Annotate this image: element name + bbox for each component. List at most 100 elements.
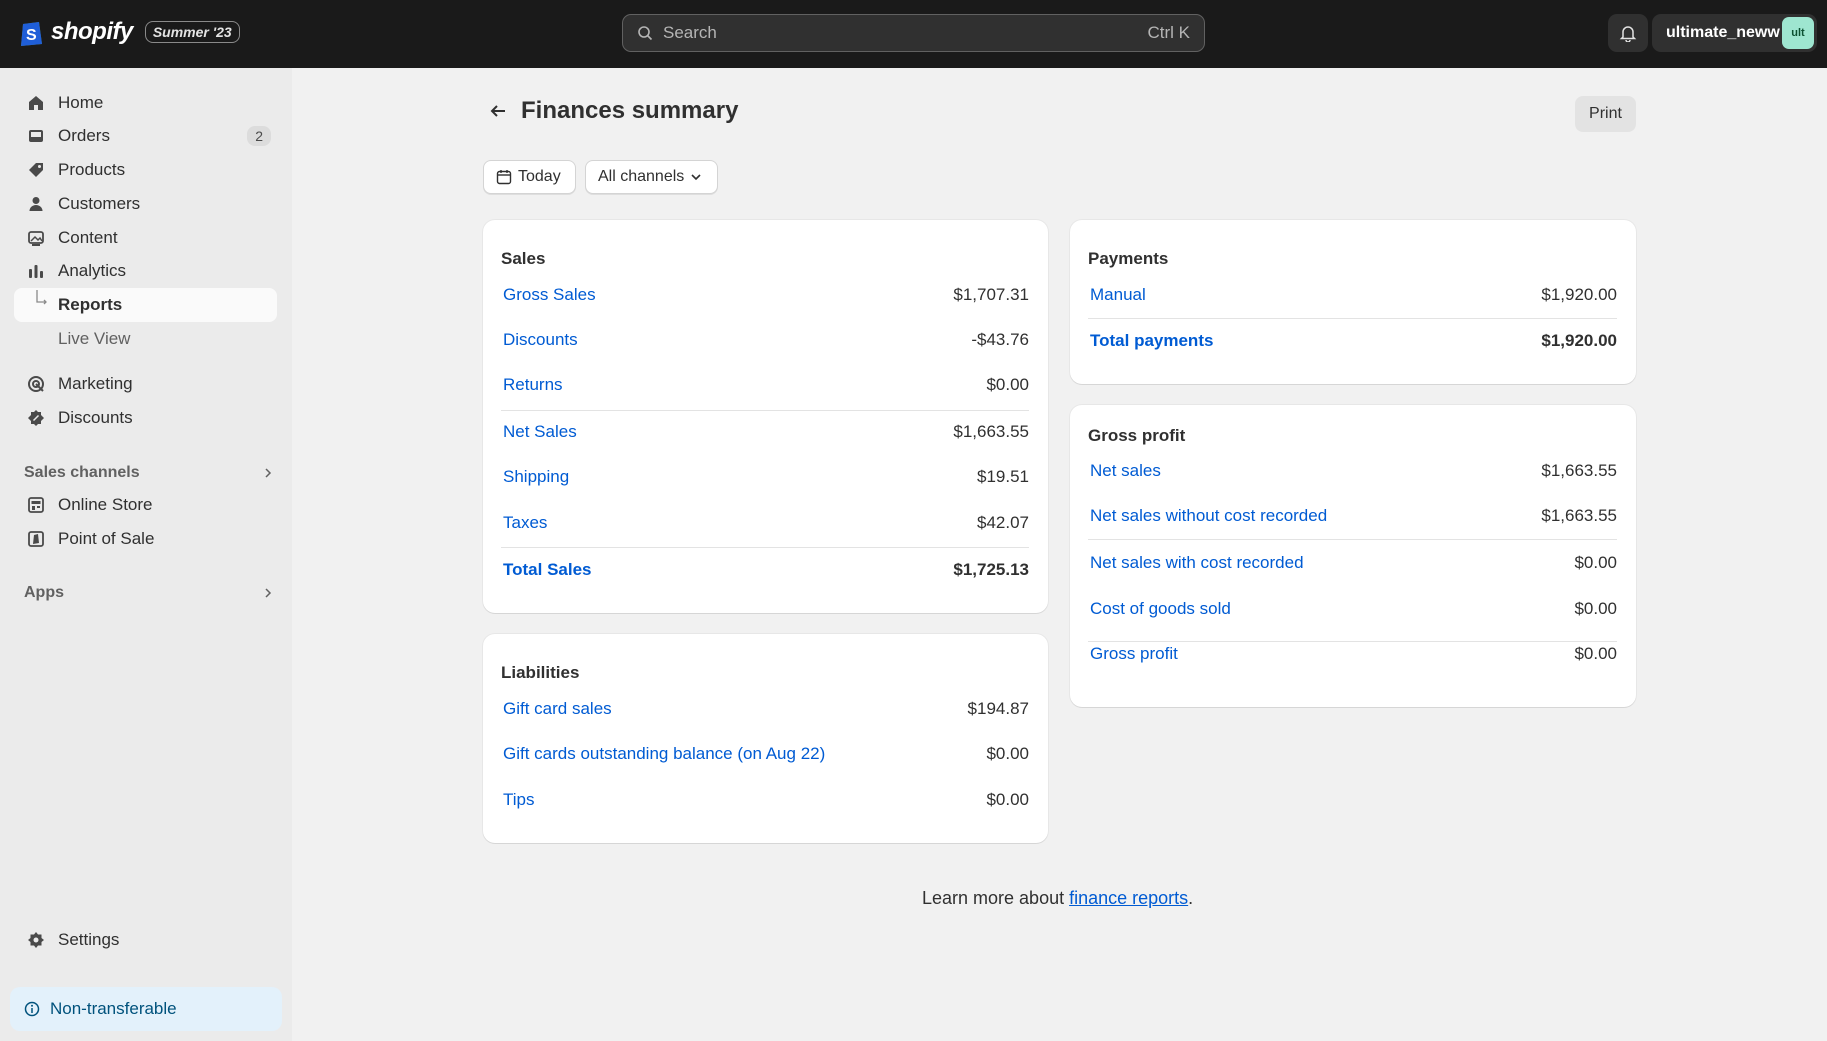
row-link[interactable]: Net sales (1090, 461, 1161, 481)
row-link[interactable]: Gift cards outstanding balance (on Aug 2… (503, 744, 825, 764)
sidebar-item-label: Marketing (58, 374, 133, 393)
search-bar[interactable]: Search Ctrl K (622, 14, 1205, 52)
sidebar-item-discounts[interactable]: Discounts (14, 401, 277, 435)
row-value: $1,920.00 (1541, 285, 1617, 304)
row-value: $1,663.55 (1541, 461, 1617, 480)
gross-profit-card: Gross profit Net sales $1,663.55 Net sale… (1070, 405, 1636, 707)
sidebar-item-label: Discounts (58, 408, 133, 427)
search-icon (638, 26, 653, 41)
row-value: $194.87 (967, 699, 1029, 718)
row-value: -$43.76 (971, 330, 1029, 349)
sidebar-item-products[interactable]: Products (14, 153, 277, 187)
sidebar-item-live-view[interactable]: Live View (14, 322, 277, 356)
sidebar-item-label: Customers (58, 194, 141, 213)
channel-filter-dropdown[interactable]: All channels (585, 160, 718, 194)
row-link[interactable]: Cost of goods sold (1090, 599, 1231, 619)
account-name: ultimate_neww (1666, 24, 1780, 41)
card-title: Payments (1088, 249, 1169, 268)
row-link[interactable]: Total Sales (503, 560, 592, 580)
discount-icon (28, 410, 44, 426)
row-link[interactable]: Net sales with cost recorded (1090, 553, 1304, 573)
sales-row-returns: Returns $0.00 (501, 367, 1029, 403)
notifications-button[interactable] (1608, 14, 1648, 52)
shopify-bag-icon: S (21, 22, 42, 46)
gross-profit-row-without-cost: Net sales without cost recorded $1,663.55 (1088, 498, 1617, 534)
sidebar-item-label: Analytics (58, 261, 127, 280)
row-link[interactable]: Gross Sales (503, 285, 596, 305)
page-header: Finances summary (483, 96, 738, 126)
shopify-logo[interactable]: S shopify Summer '23 (19, 17, 240, 47)
calendar-icon (496, 170, 512, 185)
apps-header[interactable]: Apps (24, 584, 274, 602)
sales-row-shipping: Shipping $19.51 (501, 459, 1029, 495)
sidebar-item-home[interactable]: Home (14, 86, 277, 120)
sidebar-item-label: Live View (58, 329, 131, 348)
row-link[interactable]: Manual (1090, 285, 1146, 305)
tag-icon (29, 163, 43, 177)
gross-profit-row-gross-profit: Gross profit $0.00 (1088, 636, 1617, 672)
sidebar-item-analytics[interactable]: Analytics (14, 254, 277, 288)
row-value: $0.00 (1574, 553, 1617, 572)
sidebar-item-customers[interactable]: Customers (14, 187, 277, 221)
sidebar-item-point-of-sale[interactable]: Point of Sale (14, 522, 277, 556)
row-value: $1,920.00 (1541, 331, 1617, 350)
non-transferable-notice[interactable]: Non-transferable (10, 987, 282, 1031)
sidebar-item-orders[interactable]: Orders 2 (14, 119, 277, 153)
home-icon (29, 96, 43, 110)
sales-row-total-sales: Total Sales $1,725.13 (501, 552, 1029, 588)
sidebar-item-content[interactable]: Content (14, 221, 277, 255)
finance-reports-link[interactable]: finance reports (1069, 888, 1188, 908)
chevron-right-icon (265, 588, 272, 598)
avatar: ult (1782, 17, 1814, 49)
pos-icon (28, 531, 44, 547)
divider (501, 410, 1029, 411)
person-icon (29, 197, 43, 211)
divider (501, 547, 1029, 548)
row-link[interactable]: Gift card sales (503, 699, 612, 719)
sales-card: Sales Gross Sales $1,707.31 Discounts -$43… (483, 220, 1048, 613)
image-icon (28, 231, 44, 246)
inbox-icon (29, 130, 43, 142)
search-shortcut: Ctrl K (1147, 23, 1191, 42)
card-title: Gross profit (1088, 426, 1186, 445)
sales-channels-header[interactable]: Sales channels (24, 464, 274, 482)
gear-icon (28, 932, 44, 948)
row-link[interactable]: Total payments (1090, 331, 1213, 351)
sidebar-item-settings[interactable]: Settings (14, 923, 277, 957)
row-link[interactable]: Gross profit (1090, 644, 1178, 664)
learn-more-prefix: Learn more about (922, 888, 1070, 908)
brand-name: shopify (51, 18, 133, 45)
back-button[interactable] (483, 96, 513, 126)
bar-chart-icon (29, 265, 43, 278)
chevron-down-icon (691, 174, 701, 181)
section-title-label: Apps (24, 584, 64, 601)
notice-label: Non-transferable (50, 999, 177, 1018)
sidebar-item-online-store[interactable]: Online Store (14, 488, 277, 522)
row-value: $0.00 (1574, 644, 1617, 663)
print-button[interactable]: Print (1575, 96, 1636, 132)
search-placeholder: Search (663, 23, 717, 42)
row-link[interactable]: Taxes (503, 513, 547, 533)
row-link[interactable]: Shipping (503, 467, 569, 487)
row-link[interactable]: Discounts (503, 330, 578, 350)
channel-filter-label: All channels (598, 168, 685, 185)
account-menu-button[interactable]: ultimate_neww ult (1652, 14, 1817, 52)
payments-card: Payments Manual $1,920.00 Total payments $… (1070, 220, 1636, 384)
row-link[interactable]: Returns (503, 375, 563, 395)
sidebar-item-reports[interactable]: Reports (14, 288, 277, 322)
sidebar-item-marketing[interactable]: Marketing (14, 367, 277, 401)
row-link[interactable]: Tips (503, 790, 535, 810)
date-filter-button[interactable]: Today (483, 160, 576, 194)
card-title: Liabilities (501, 663, 580, 682)
liabilities-row-outstanding-balance: Gift cards outstanding balance (on Aug 2… (501, 736, 1029, 772)
chevron-right-icon (265, 468, 272, 478)
row-value: $42.07 (977, 513, 1029, 532)
row-value: $1,725.13 (953, 560, 1029, 579)
row-link[interactable]: Net sales without cost recorded (1090, 506, 1327, 526)
row-link[interactable]: Net Sales (503, 422, 577, 442)
svg-text:S: S (26, 27, 37, 44)
sidebar-item-label: Content (58, 228, 118, 247)
edition-badge[interactable]: Summer '23 (144, 21, 240, 43)
sidebar-item-label: Reports (58, 295, 123, 314)
sidebar-item-label: Home (58, 93, 104, 112)
